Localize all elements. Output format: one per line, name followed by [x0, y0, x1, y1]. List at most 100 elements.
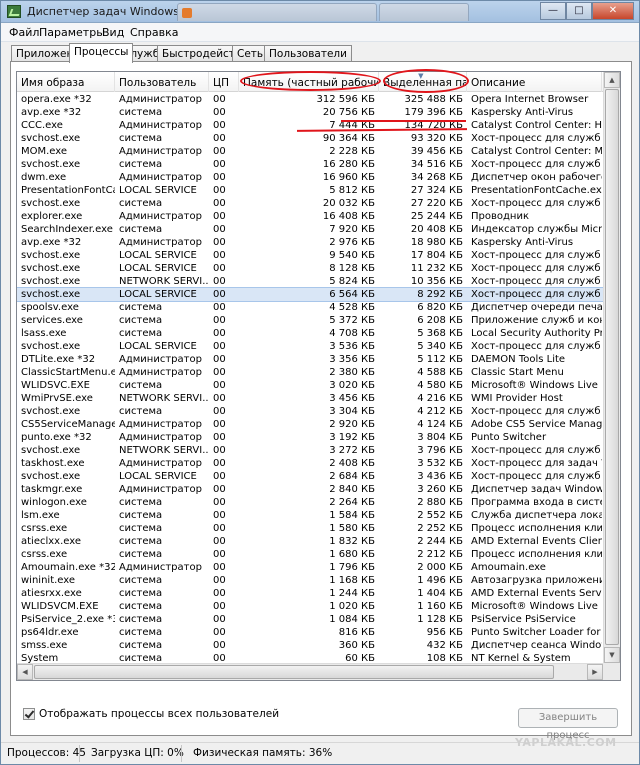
table-row[interactable]: explorer.exe Администратор 00 16 408 КБ 25 2…: [17, 210, 620, 223]
table-row[interactable]: avp.exe *32 Администратор 00 2 976 КБ 18 980…: [17, 236, 620, 249]
cell-private-working-set: 5 824 КБ: [329, 276, 375, 287]
cell-commit-size: 6 820 КБ: [417, 302, 463, 313]
cell-cpu: 00: [213, 614, 226, 625]
table-row[interactable]: PresentationFontCac... LOCAL SERVICE 00 5 8…: [17, 184, 620, 197]
cell-private-working-set: 1 580 КБ: [329, 523, 375, 534]
close-button[interactable]: ✕: [592, 2, 634, 20]
table-row[interactable]: wininit.exe система 00 1 168 КБ 1 496 КБ Авто…: [17, 574, 620, 587]
menu-help[interactable]: Справка: [126, 25, 182, 40]
vertical-scrollbar[interactable]: ▲ ▼: [603, 72, 620, 663]
process-list[interactable]: Имя образа Пользователь ЦП Память (частн…: [16, 71, 621, 681]
table-row[interactable]: MOM.exe Администратор 00 2 228 КБ 39 456 КБ C…: [17, 145, 620, 158]
cell-user: LOCAL SERVICE: [119, 289, 197, 300]
column-header-description[interactable]: Описание: [467, 72, 602, 92]
table-row[interactable]: svchost.exe LOCAL SERVICE 00 9 540 КБ 17 804…: [17, 249, 620, 262]
column-header-commit-size[interactable]: ▼ Выделенная память: [379, 72, 467, 92]
cell-cpu: 00: [213, 458, 226, 469]
table-row[interactable]: svchost.exe LOCAL SERVICE 00 2 684 КБ 3 436 …: [17, 470, 620, 483]
cell-image-name: spoolsv.exe: [21, 302, 79, 313]
cell-description: Хост-процесс для служб Windows: [471, 263, 602, 274]
show-all-processes-checkbox[interactable]: [23, 708, 35, 720]
table-row[interactable]: smss.exe система 00 360 КБ 432 КБ Диспетчер с…: [17, 639, 620, 652]
cell-private-working-set: 4 528 КБ: [329, 302, 375, 313]
table-row[interactable]: CCC.exe Администратор 00 7 444 КБ 134 720 КБ…: [17, 119, 620, 132]
table-row[interactable]: lsass.exe система 00 4 708 КБ 5 368 КБ Local …: [17, 327, 620, 340]
cell-image-name: svchost.exe: [21, 276, 81, 287]
cell-commit-size: 134 720 КБ: [404, 120, 464, 131]
column-header-user[interactable]: Пользователь: [115, 72, 209, 92]
cell-user: Администратор: [119, 94, 202, 105]
cell-private-working-set: 1 680 КБ: [329, 549, 375, 560]
cell-commit-size: 2 000 КБ: [417, 562, 463, 573]
table-row[interactable]: svchost.exe NETWORK SERVI... 00 5 824 КБ 10 …: [17, 275, 620, 288]
table-row[interactable]: atiesrxx.exe система 00 1 244 КБ 1 404 КБ AMD…: [17, 587, 620, 600]
menu-view[interactable]: Вид: [98, 25, 128, 40]
table-row[interactable]: WmiPrvSE.exe NETWORK SERVI... 00 3 456 КБ 4 …: [17, 392, 620, 405]
cell-user: система: [119, 224, 163, 235]
table-row[interactable]: winlogon.exe система 00 2 264 КБ 2 880 КБ Про…: [17, 496, 620, 509]
table-row[interactable]: svchost.exe LOCAL SERVICE 00 3 536 КБ 5 340 …: [17, 340, 620, 353]
table-row[interactable]: svchost.exe система 00 16 280 КБ 34 516 КБ Хо…: [17, 158, 620, 171]
cell-commit-size: 1 404 КБ: [417, 588, 463, 599]
cell-user: система: [119, 497, 163, 508]
cell-private-working-set: 3 536 КБ: [329, 341, 375, 352]
table-row[interactable]: avp.exe *32 система 00 20 756 КБ 179 396 КБ K…: [17, 106, 620, 119]
cell-commit-size: 93 320 КБ: [410, 133, 463, 144]
show-all-processes-option[interactable]: Отображать процессы всех пользователей: [23, 708, 279, 720]
column-header-private-working-set[interactable]: Память (частный рабочий набор): [239, 72, 379, 92]
table-row[interactable]: svchost.exe система 00 20 032 КБ 27 220 КБ Хо…: [17, 197, 620, 210]
table-row[interactable]: lsm.exe система 00 1 584 КБ 2 552 КБ Служба д…: [17, 509, 620, 522]
table-row[interactable]: svchost.exe система 00 3 304 КБ 4 212 КБ Хост…: [17, 405, 620, 418]
title-bar[interactable]: Диспетчер задач Windows — □ ✕: [1, 1, 639, 23]
table-row[interactable]: svchost.exe система 00 90 364 КБ 93 320 КБ Хо…: [17, 132, 620, 145]
table-row[interactable]: opera.exe *32 Администратор 00 312 596 КБ 32…: [17, 93, 620, 106]
cell-image-name: WmiPrvSE.exe: [21, 393, 93, 404]
cell-private-working-set: 16 960 КБ: [322, 172, 375, 183]
table-row[interactable]: PsiService_2.exe *32 система 00 1 084 КБ 1 1…: [17, 613, 620, 626]
cell-private-working-set: 8 128 КБ: [329, 263, 375, 274]
table-row[interactable]: Amoumain.exe *32 Администратор 00 1 796 КБ 2…: [17, 561, 620, 574]
column-header-image-name[interactable]: Имя образа: [17, 72, 115, 92]
tab-processes[interactable]: Процессы: [69, 43, 134, 63]
table-row[interactable]: dwm.exe Администратор 00 16 960 КБ 34 268 КБ…: [17, 171, 620, 184]
maximize-button[interactable]: □: [566, 2, 592, 20]
scroll-left-icon[interactable]: ◀: [17, 664, 33, 680]
horizontal-scroll-thumb[interactable]: [34, 665, 554, 679]
minimize-button[interactable]: —: [540, 2, 566, 20]
end-process-button[interactable]: Завершить процесс: [518, 708, 618, 741]
table-row[interactable]: taskmgr.exe Администратор 00 2 840 КБ 3 260 …: [17, 483, 620, 496]
cell-user: Администратор: [119, 354, 202, 365]
table-row[interactable]: svchost.exe NETWORK SERVI... 00 3 272 КБ 3 7…: [17, 444, 620, 457]
table-row[interactable]: ps64ldr.exe система 00 816 КБ 956 КБ Punto Sw…: [17, 626, 620, 639]
table-row[interactable]: atieclxx.exe система 00 1 832 КБ 2 244 КБ AMD…: [17, 535, 620, 548]
tab-users[interactable]: Пользователи: [264, 45, 352, 62]
tab-network[interactable]: Сеть: [232, 45, 269, 62]
table-row[interactable]: spoolsv.exe система 00 4 528 КБ 6 820 КБ Дисп…: [17, 301, 620, 314]
table-row[interactable]: svchost.exe LOCAL SERVICE 00 8 128 КБ 11 232…: [17, 262, 620, 275]
scroll-up-icon[interactable]: ▲: [604, 72, 620, 88]
cell-private-working-set: 360 КБ: [338, 640, 375, 651]
task-manager-icon: [7, 5, 21, 18]
table-row[interactable]: punto.exe *32 Администратор 00 3 192 КБ 3 80…: [17, 431, 620, 444]
cell-description: Kaspersky Anti-Virus: [471, 107, 574, 118]
table-row[interactable]: SearchIndexer.exe система 00 7 920 КБ 20 408…: [17, 223, 620, 236]
scroll-right-icon[interactable]: ▶: [587, 664, 603, 680]
cell-image-name: atiesrxx.exe: [21, 588, 82, 599]
vertical-scroll-thumb[interactable]: [605, 89, 619, 645]
table-row[interactable]: DTLite.exe *32 Администратор 00 3 356 КБ 5 1…: [17, 353, 620, 366]
scroll-down-icon[interactable]: ▼: [604, 647, 620, 663]
table-row[interactable]: csrss.exe система 00 1 680 КБ 2 212 КБ Процес…: [17, 548, 620, 561]
cell-description: Приложение служб и контроллеров: [471, 315, 602, 326]
horizontal-scrollbar[interactable]: ◀ ▶: [17, 663, 603, 680]
table-row[interactable]: csrss.exe система 00 1 580 КБ 2 252 КБ Процес…: [17, 522, 620, 535]
table-row[interactable]: WLIDSVCM.EXE система 00 1 020 КБ 1 160 КБ Mic…: [17, 600, 620, 613]
table-row[interactable]: taskhost.exe Администратор 00 2 408 КБ 3 532…: [17, 457, 620, 470]
table-row[interactable]: CS5ServiceManager.... Администратор 00 2 92…: [17, 418, 620, 431]
table-row[interactable]: svchost.exe LOCAL SERVICE 00 6 564 КБ 8 292 …: [17, 287, 620, 302]
cell-commit-size: 2 244 КБ: [417, 536, 463, 547]
cell-private-working-set: 7 920 КБ: [329, 224, 375, 235]
column-header-cpu[interactable]: ЦП: [209, 72, 239, 92]
table-row[interactable]: services.exe система 00 5 372 КБ 6 208 КБ При…: [17, 314, 620, 327]
table-row[interactable]: WLIDSVC.EXE система 00 3 020 КБ 4 580 КБ Micr…: [17, 379, 620, 392]
table-row[interactable]: ClassicStartMenu.exe Администратор 00 2 380…: [17, 366, 620, 379]
